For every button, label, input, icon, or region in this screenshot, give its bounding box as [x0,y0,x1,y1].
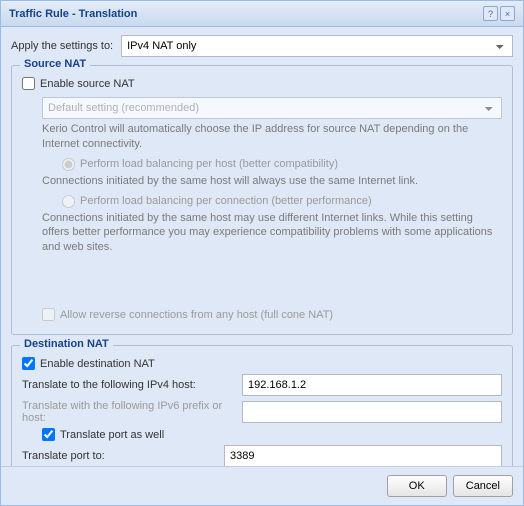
dialog-window: Traffic Rule - Translation ? × Apply the… [0,0,524,506]
ipv6-host-input[interactable] [242,401,502,423]
enable-dest-nat-row: Enable destination NAT [22,357,502,370]
full-cone-checkbox[interactable] [42,308,55,321]
full-cone-label: Allow reverse connections from any host … [60,309,333,321]
translate-port-checkbox-label: Translate port as well [60,429,164,441]
translate-port-label: Translate port to: [22,450,224,462]
ipv6-host-label: Translate with the following IPv6 prefix… [22,400,242,424]
translate-port-input[interactable] [224,445,502,466]
translate-port-row: Translate port as well [42,428,502,441]
enable-source-nat-label: Enable source NAT [40,78,135,90]
apply-settings-row: Apply the settings to: IPv4 NAT only [11,35,513,57]
lb-per-conn-row: Perform load balancing per connection (b… [62,195,502,208]
dialog-content: Apply the settings to: IPv4 NAT only Sou… [1,27,523,466]
source-nat-fieldset: Source NAT Enable source NAT Default set… [11,65,513,335]
full-cone-row: Allow reverse connections from any host … [42,308,502,321]
close-icon[interactable]: × [500,6,515,21]
ipv4-host-label: Translate to the following IPv4 host: [22,379,242,391]
help-icon[interactable]: ? [483,6,498,21]
destination-nat-fieldset: Destination NAT Enable destination NAT T… [11,345,513,466]
destination-nat-legend: Destination NAT [20,338,113,350]
window-title: Traffic Rule - Translation [9,8,481,20]
lb-per-host-help: Connections initiated by the same host w… [42,174,502,189]
titlebar: Traffic Rule - Translation ? × [1,1,523,27]
lb-per-host-radio[interactable] [62,158,75,171]
source-nat-mode-help: Kerio Control will automatically choose … [42,122,502,152]
source-nat-mode-select[interactable]: Default setting (recommended) [42,97,502,119]
port-value-row: Translate port to: [22,445,502,466]
apply-settings-select[interactable]: IPv4 NAT only [121,35,513,57]
lb-per-conn-label: Perform load balancing per connection (b… [80,195,372,207]
cancel-button[interactable]: Cancel [453,475,513,497]
translate-port-checkbox[interactable] [42,428,55,441]
ipv6-host-row: Translate with the following IPv6 prefix… [22,400,502,424]
ipv4-host-input[interactable] [242,374,502,396]
lb-per-conn-radio[interactable] [62,195,75,208]
ipv4-host-row: Translate to the following IPv4 host: [22,374,502,396]
apply-settings-label: Apply the settings to: [11,40,113,52]
lb-per-conn-help: Connections initiated by the same host m… [42,211,502,256]
enable-source-nat-checkbox[interactable] [22,77,35,90]
lb-per-host-row: Perform load balancing per host (better … [62,158,502,171]
enable-dest-nat-label: Enable destination NAT [40,358,155,370]
lb-per-host-label: Perform load balancing per host (better … [80,158,338,170]
ok-button[interactable]: OK [387,475,447,497]
source-nat-legend: Source NAT [20,58,90,70]
dialog-footer: OK Cancel [1,466,523,505]
enable-source-nat-row: Enable source NAT [22,77,502,90]
enable-dest-nat-checkbox[interactable] [22,357,35,370]
